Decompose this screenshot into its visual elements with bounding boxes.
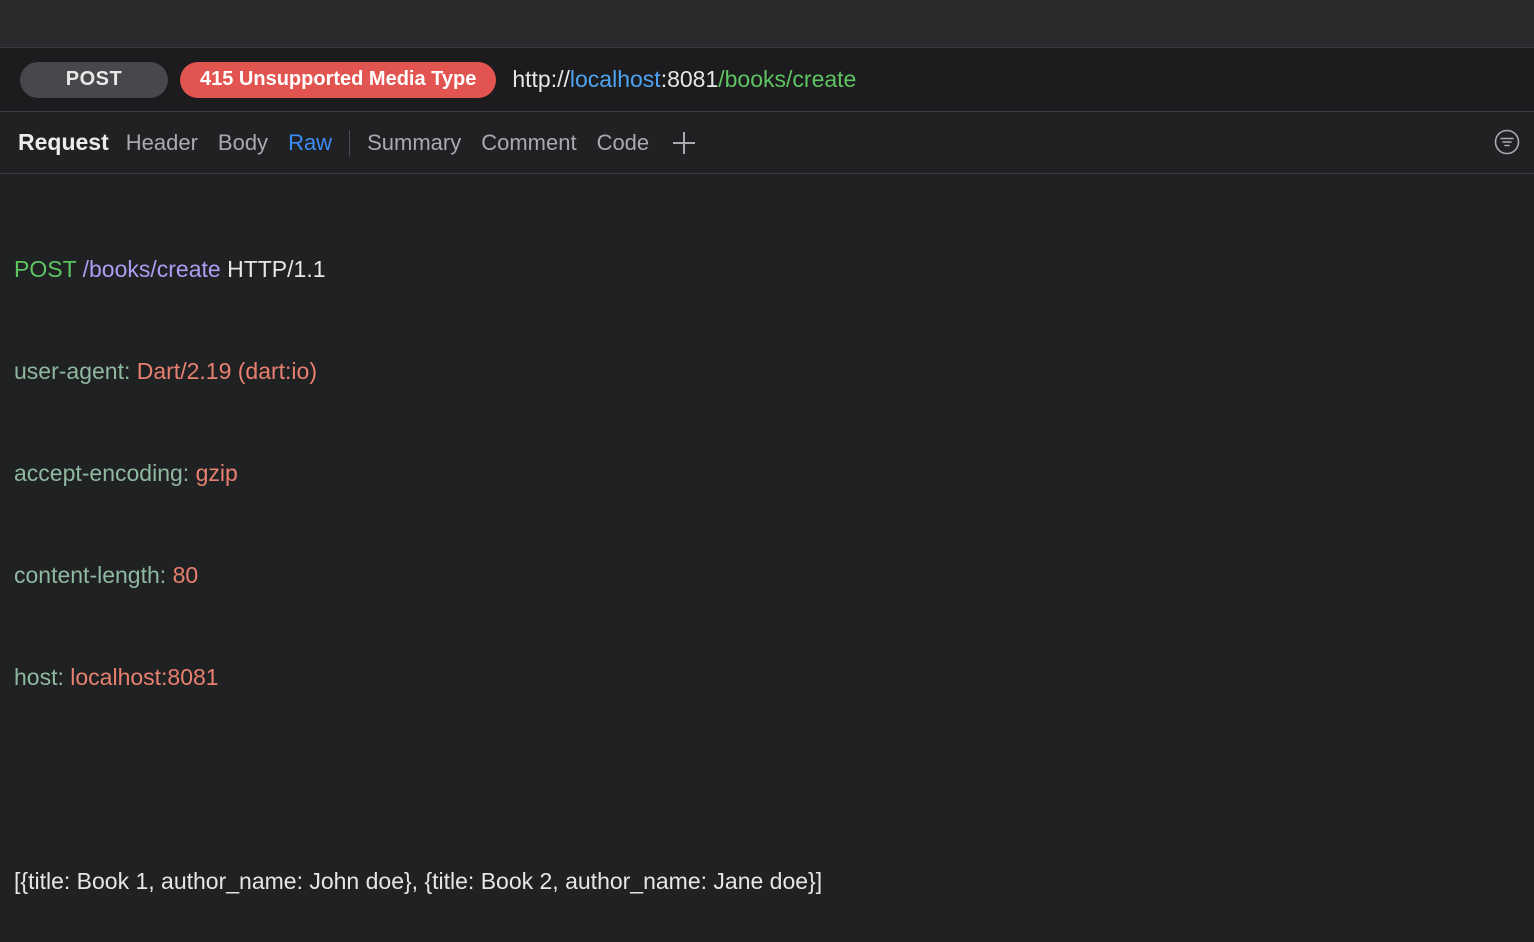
header-name: content-length: bbox=[14, 562, 167, 588]
header-value: gzip bbox=[195, 460, 238, 486]
header-name: accept-encoding: bbox=[14, 460, 190, 486]
header-line: accept-encoding: gzip bbox=[14, 456, 1520, 490]
tab-header[interactable]: Header bbox=[126, 130, 198, 156]
header-name: host: bbox=[14, 664, 64, 690]
header-value: localhost:8081 bbox=[70, 664, 219, 690]
tab-comment[interactable]: Comment bbox=[481, 130, 576, 156]
status-badge: 415 Unsupported Media Type bbox=[180, 61, 497, 98]
raw-body: [{title: Book 1, author_name: John doe},… bbox=[14, 868, 823, 894]
raw-path: /books/create bbox=[82, 256, 221, 282]
raw-protocol: HTTP/1.1 bbox=[227, 256, 326, 282]
header-line: content-length: 80 bbox=[14, 558, 1520, 592]
request-url[interactable]: http://localhost:8081/books/create bbox=[512, 66, 856, 93]
request-tab-bar: Request Header Body Raw Summary Comment … bbox=[0, 112, 1534, 174]
url-port: :8081 bbox=[660, 66, 719, 92]
header-line: user-agent: Dart/2.19 (dart:io) bbox=[14, 354, 1520, 388]
header-value: Dart/2.19 (dart:io) bbox=[136, 358, 317, 384]
method-badge[interactable]: POST bbox=[20, 61, 168, 98]
tab-raw[interactable]: Raw bbox=[288, 130, 332, 156]
header-name: user-agent: bbox=[14, 358, 131, 384]
request-line: POST /books/create HTTP/1.1 bbox=[14, 252, 1520, 286]
url-host: localhost bbox=[569, 66, 661, 92]
tab-body[interactable]: Body bbox=[218, 130, 268, 156]
header-value: 80 bbox=[172, 562, 199, 588]
raw-method: POST bbox=[14, 256, 77, 282]
window-toolbar bbox=[0, 0, 1534, 48]
request-url-bar: POST 415 Unsupported Media Type http://l… bbox=[0, 48, 1534, 112]
tab-code[interactable]: Code bbox=[597, 130, 650, 156]
header-line: host: localhost:8081 bbox=[14, 660, 1520, 694]
panel-title: Request bbox=[18, 129, 109, 155]
plus-icon[interactable] bbox=[671, 130, 697, 156]
raw-request-view[interactable]: POST /books/create HTTP/1.1 user-agent: … bbox=[0, 174, 1534, 942]
url-scheme: http:// bbox=[512, 66, 570, 92]
tab-divider bbox=[349, 129, 351, 156]
tab-summary[interactable]: Summary bbox=[367, 130, 461, 156]
url-path: /books/create bbox=[718, 66, 857, 92]
filter-icon[interactable] bbox=[1494, 129, 1520, 155]
